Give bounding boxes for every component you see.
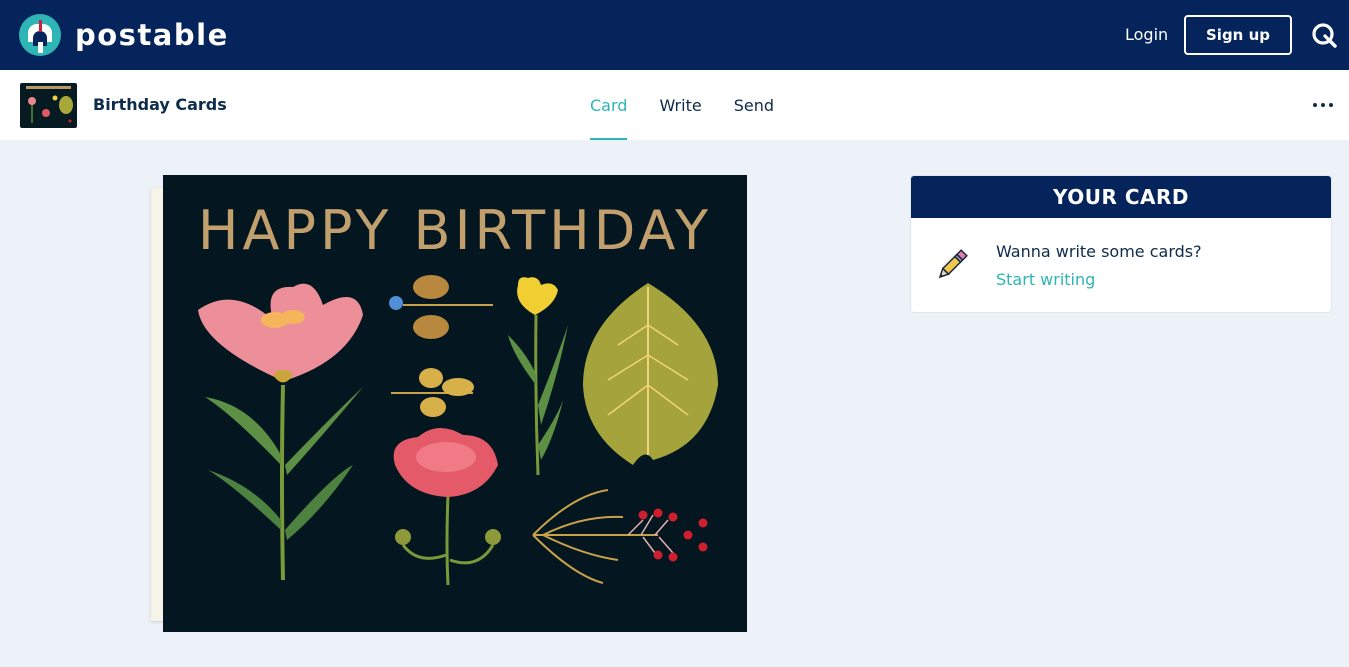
postable-logo[interactable]: postable [19,14,229,56]
card-category-title: Birthday Cards [93,95,227,114]
panel-title: YOUR CARD [911,176,1331,218]
pencil-icon [938,249,968,279]
top-nav-bar: postable Login Sign up [0,0,1349,70]
panel-prompt: Wanna write some cards? [996,242,1202,261]
login-link[interactable]: Login [1125,25,1168,44]
tab-send[interactable]: Send [734,70,774,140]
signup-button[interactable]: Sign up [1184,15,1292,55]
card-preview: HAPPY BIRTHDAY [163,175,747,632]
mailbox-logo-icon [19,14,61,56]
more-icon[interactable] [1313,103,1333,107]
start-writing-link[interactable]: Start writing [996,270,1095,289]
tab-card[interactable]: Card [590,70,628,140]
search-icon[interactable] [1311,22,1337,48]
card-thumbnail[interactable] [20,83,77,128]
tab-write[interactable]: Write [659,70,701,140]
brand-name: postable [75,18,229,52]
card-flow-nav: Birthday Cards Card Write Send [0,70,1349,140]
botanical-illustration [198,275,718,586]
your-card-panel: YOUR CARD Wanna write some cards? Start … [910,175,1332,313]
step-tabs: Card Write Send [590,70,806,140]
